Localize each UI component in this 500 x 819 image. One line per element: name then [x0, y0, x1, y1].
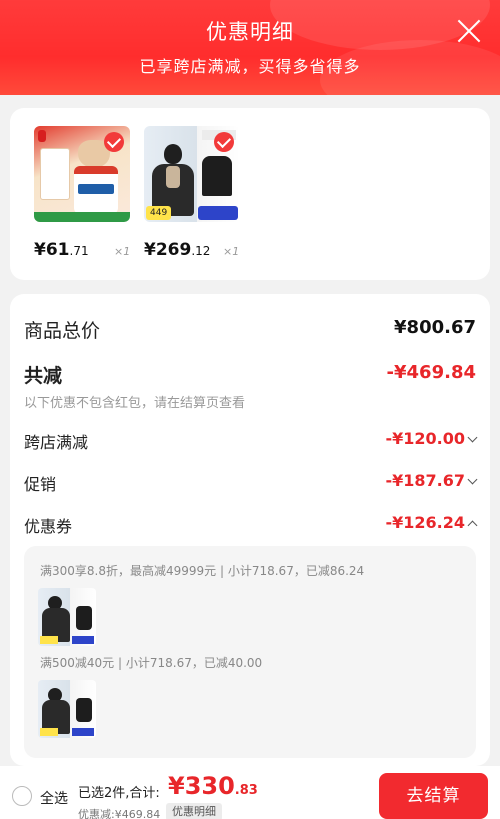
checkmark-icon	[104, 132, 124, 152]
checkmark-icon	[214, 132, 234, 152]
promotion-value: -¥187.67	[385, 471, 478, 490]
jacket-image	[202, 156, 232, 196]
product-image-vitamin[interactable]	[34, 126, 130, 222]
discount-detail-button[interactable]: 优惠明细	[166, 803, 222, 819]
products-card: 449 ¥61.71 ×1 ¥269.12 ×1	[10, 108, 490, 280]
price-tag: 449	[146, 206, 172, 220]
checkout-button[interactable]: 去结算	[379, 773, 488, 819]
coupon-row[interactable]: 优惠券 -¥126.24	[24, 513, 478, 536]
total-price-row: 商品总价 ¥800.67	[24, 316, 476, 342]
product-quantity: ×1	[114, 245, 131, 258]
model-image	[152, 144, 194, 216]
total-price-label: 商品总价	[24, 320, 101, 342]
total-reduce-value: -¥469.84	[386, 362, 476, 383]
promotion-label: 促销	[24, 475, 57, 494]
coupon-label: 优惠券	[24, 517, 73, 536]
bottle-image	[74, 166, 118, 214]
total-amount: ¥330.83	[168, 772, 258, 800]
total-price-value: ¥800.67	[394, 317, 476, 338]
cross-store-row[interactable]: 跨店满减 -¥120.00	[24, 429, 478, 452]
reduce-note: 以下优惠不包含红包，请在结算页查看	[24, 396, 246, 411]
cross-store-label: 跨店满减	[24, 433, 89, 452]
promo-strip	[198, 206, 238, 220]
select-all-radio[interactable]	[12, 786, 32, 806]
checkout-bar: 全选 已选2件,合计: ¥330.83 优惠减:¥469.84 优惠明细 去结算	[0, 766, 500, 819]
info-panel	[40, 148, 70, 200]
total-reduce-row: 共减 -¥469.84	[24, 361, 476, 387]
discount-detail-card: 商品总价 ¥800.67 共减 -¥469.84 以下优惠不包含红包，请在结算页…	[10, 294, 490, 766]
chevron-down-icon	[467, 432, 478, 443]
coupon-value: -¥126.24	[385, 513, 478, 532]
chevron-down-icon	[467, 474, 478, 485]
header: 优惠明细 已享跨店满减，买得多省得多	[0, 0, 500, 95]
select-all-label[interactable]: 全选	[40, 788, 68, 808]
coupon-detail-panel: 满300享8.8折，最高减49999元 | 小计718.67，已减86.24 满…	[24, 546, 476, 758]
product-price: ¥269.12	[144, 240, 211, 260]
product-image-jacket[interactable]: 449	[144, 126, 240, 222]
store-logo	[38, 130, 46, 142]
coupon-rule: 满500减40元 | 小计718.67，已减40.00	[40, 656, 263, 670]
savings-text: 优惠减:¥469.84	[78, 808, 161, 819]
close-icon[interactable]	[456, 18, 482, 44]
selected-summary: 已选2件,合计:	[78, 786, 160, 801]
promotion-row[interactable]: 促销 -¥187.67	[24, 471, 478, 494]
page-title: 优惠明细	[206, 20, 294, 44]
coupon-product-thumbnail[interactable]	[38, 680, 96, 738]
product-price: ¥61.71	[34, 240, 89, 260]
page-subtitle: 已享跨店满减，买得多省得多	[139, 57, 361, 76]
total-reduce-label: 共减	[24, 365, 63, 387]
chevron-up-icon	[467, 520, 478, 531]
product-quantity: ×1	[223, 245, 240, 258]
banner-strip	[34, 212, 130, 222]
coupon-product-thumbnail[interactable]	[38, 588, 96, 646]
coupon-rule: 满300享8.8折，最高减49999元 | 小计718.67，已减86.24	[40, 564, 365, 578]
cross-store-value: -¥120.00	[385, 429, 478, 448]
